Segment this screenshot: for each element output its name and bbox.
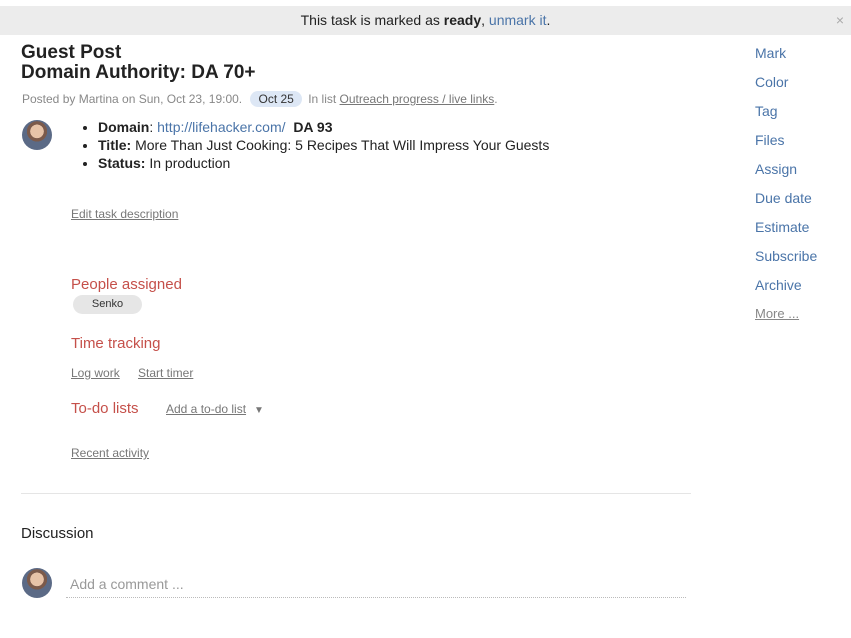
banner-separator: , — [481, 12, 489, 28]
start-timer-link[interactable]: Start timer — [138, 366, 193, 380]
todo-lists-heading: To-do lists — [71, 400, 139, 417]
mark-action[interactable]: Mark — [755, 43, 845, 72]
time-tracking-heading: Time tracking — [71, 335, 161, 352]
banner-ready-label: ready — [443, 12, 482, 28]
assign-action[interactable]: Assign — [755, 159, 845, 188]
title-label: Title: — [98, 137, 132, 153]
task-meta: Posted by Martina on Sun, Oct 23, 19:00.… — [22, 91, 498, 107]
divider — [21, 493, 691, 494]
in-list-label: In list — [308, 92, 337, 106]
domain-item: Domain: http://lifehacker.com/ DA 93 — [98, 118, 549, 136]
color-action[interactable]: Color — [755, 72, 845, 101]
recent-activity-link[interactable]: Recent activity — [71, 446, 149, 460]
task-title: Guest Post Domain Authority: DA 70+ — [21, 43, 256, 83]
log-work-link[interactable]: Log work — [71, 366, 120, 380]
title-item: Title: More Than Just Cooking: 5 Recipes… — [98, 136, 549, 154]
ready-banner: This task is marked as ready, unmark it.… — [0, 6, 851, 35]
archive-action[interactable]: Archive — [755, 275, 845, 304]
subscribe-action[interactable]: Subscribe — [755, 246, 845, 275]
list-link[interactable]: Outreach progress / live links — [340, 92, 495, 106]
due-date-badge[interactable]: Oct 25 — [250, 91, 302, 107]
banner-prefix: This task is marked as — [300, 12, 444, 28]
author-avatar — [22, 120, 52, 150]
task-title-line-2: Domain Authority: DA 70+ — [21, 62, 256, 83]
files-action[interactable]: Files — [755, 130, 845, 159]
domain-url-link[interactable]: http://lifehacker.com/ — [157, 119, 285, 135]
chevron-down-icon[interactable]: ▼ — [254, 405, 264, 416]
discussion-heading: Discussion — [21, 525, 94, 542]
current-user-avatar — [22, 568, 52, 598]
status-value: In production — [149, 155, 231, 171]
banner-suffix: . — [546, 12, 551, 28]
status-label: Status: — [98, 155, 146, 171]
domain-authority-value: DA 93 — [293, 119, 333, 135]
unmark-link[interactable]: unmark it — [489, 12, 547, 28]
due-date-action[interactable]: Due date — [755, 188, 845, 217]
assignee-chip[interactable]: Senko — [73, 295, 142, 314]
close-icon[interactable]: × — [836, 6, 844, 35]
comment-input[interactable]: Add a comment ... — [66, 570, 686, 598]
task-title-line-1: Guest Post — [21, 42, 122, 63]
people-assigned-heading: People assigned — [71, 276, 182, 293]
task-actions-sidebar: Mark Color Tag Files Assign Due date Est… — [755, 43, 845, 333]
add-todo-list-label: Add a to-do list — [166, 402, 247, 416]
tag-action[interactable]: Tag — [755, 101, 845, 130]
task-description: Domain: http://lifehacker.com/ DA 93 Tit… — [80, 118, 549, 172]
estimate-action[interactable]: Estimate — [755, 217, 845, 246]
domain-label: Domain — [98, 119, 150, 135]
list-suffix: . — [494, 92, 498, 106]
add-todo-list-link[interactable]: Add a to-do list ▼ — [166, 402, 264, 416]
more-action[interactable]: More ... — [755, 304, 845, 333]
title-value: More Than Just Cooking: 5 Recipes That W… — [135, 137, 550, 153]
posted-by: Posted by Martina on Sun, Oct 23, 19:00. — [22, 92, 243, 106]
edit-description-link[interactable]: Edit task description — [71, 207, 178, 221]
domain-colon: : — [149, 119, 154, 135]
status-item: Status: In production — [98, 154, 549, 172]
